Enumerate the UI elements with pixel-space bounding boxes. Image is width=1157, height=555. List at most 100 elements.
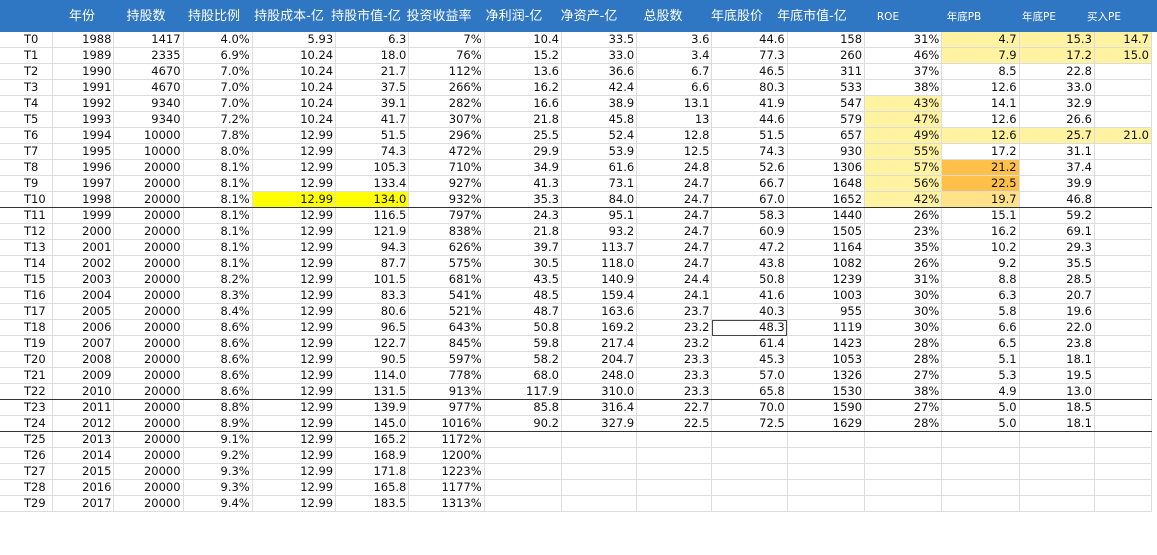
cell-r1-c7[interactable]: 15.2: [484, 47, 562, 65]
cell-r24-c15[interactable]: [1094, 415, 1153, 433]
cell-r6-c10[interactable]: 51.5: [711, 127, 788, 145]
cell-r2-c15[interactable]: [1094, 63, 1153, 81]
cell-r11-c3[interactable]: 8.1%: [183, 207, 253, 225]
cell-r29-c1[interactable]: 2017: [52, 495, 115, 513]
cell-r15-c15[interactable]: [1094, 271, 1153, 289]
cell-r11-c5[interactable]: 116.5: [335, 207, 410, 225]
cell-r24-c11[interactable]: 1629: [787, 415, 866, 433]
cell-r6-c4[interactable]: 12.99: [252, 127, 337, 145]
cell-r29-c7[interactable]: [484, 495, 562, 513]
cell-r8-c10[interactable]: 52.6: [711, 159, 788, 177]
cell-r15-c1[interactable]: 2003: [52, 271, 115, 289]
cell-r11-c7[interactable]: 24.3: [484, 207, 562, 225]
cell-r12-c3[interactable]: 8.1%: [183, 223, 253, 241]
cell-r7-c13[interactable]: 17.2: [941, 143, 1020, 161]
cell-r15-c2[interactable]: 20000: [113, 271, 184, 289]
cell-r17-c10[interactable]: 40.3: [711, 303, 788, 321]
cell-r5-c0[interactable]: T5: [0, 111, 54, 129]
cell-r25-c12[interactable]: [864, 431, 943, 449]
cell-r22-c9[interactable]: 23.3: [636, 383, 713, 401]
cell-r14-c6[interactable]: 575%: [408, 255, 485, 273]
cell-r28-c3[interactable]: 9.3%: [183, 479, 253, 497]
cell-r15-c4[interactable]: 12.99: [252, 271, 337, 289]
cell-r10-c9[interactable]: 24.7: [636, 191, 713, 209]
cell-r7-c7[interactable]: 29.9: [484, 143, 562, 161]
cell-r19-c11[interactable]: 1423: [787, 335, 866, 353]
cell-r3-c5[interactable]: 37.5: [335, 79, 410, 97]
cell-r10-c6[interactable]: 932%: [408, 191, 485, 209]
cell-r21-c12[interactable]: 27%: [864, 367, 943, 385]
cell-r28-c2[interactable]: 20000: [113, 479, 184, 497]
cell-r19-c4[interactable]: 12.99: [252, 335, 337, 353]
cell-r17-c9[interactable]: 23.7: [636, 303, 713, 321]
cell-r15-c0[interactable]: T15: [0, 271, 54, 289]
cell-r18-c0[interactable]: T18: [0, 319, 54, 337]
cell-r24-c6[interactable]: 1016%: [408, 415, 485, 433]
cell-r5-c12[interactable]: 47%: [864, 111, 943, 129]
cell-r2-c11[interactable]: 311: [787, 63, 866, 81]
cell-r16-c8[interactable]: 159.4: [561, 287, 638, 305]
cell-r9-c10[interactable]: 66.7: [711, 175, 788, 193]
cell-r19-c9[interactable]: 23.2: [636, 335, 713, 353]
cell-r9-c7[interactable]: 41.3: [484, 175, 562, 193]
cell-r3-c11[interactable]: 533: [787, 79, 866, 97]
cell-r10-c8[interactable]: 84.0: [561, 191, 638, 209]
cell-r18-c10[interactable]: 48.3: [711, 319, 788, 337]
cell-r14-c5[interactable]: 87.7: [335, 255, 410, 273]
cell-r1-c3[interactable]: 6.9%: [183, 47, 253, 65]
cell-r9-c9[interactable]: 24.7: [636, 175, 713, 193]
cell-r27-c10[interactable]: [711, 463, 788, 481]
cell-r12-c11[interactable]: 1505: [787, 223, 866, 241]
cell-r23-c12[interactable]: 27%: [864, 399, 943, 417]
cell-r2-c3[interactable]: 7.0%: [183, 63, 253, 81]
cell-r0-c13[interactable]: 4.7: [941, 32, 1020, 49]
cell-r2-c14[interactable]: 22.8: [1019, 63, 1095, 81]
cell-r9-c2[interactable]: 20000: [113, 175, 184, 193]
cell-r11-c8[interactable]: 95.1: [561, 207, 638, 225]
cell-r25-c1[interactable]: 2013: [52, 431, 115, 449]
cell-r4-c5[interactable]: 39.1: [335, 95, 410, 113]
cell-r2-c0[interactable]: T2: [0, 63, 54, 81]
cell-r0-c14[interactable]: 15.3: [1019, 32, 1095, 49]
cell-r9-c6[interactable]: 927%: [408, 175, 485, 193]
cell-r2-c4[interactable]: 10.24: [252, 63, 337, 81]
cell-r12-c0[interactable]: T12: [0, 223, 54, 241]
cell-r15-c8[interactable]: 140.9: [561, 271, 638, 289]
cell-r2-c5[interactable]: 21.7: [335, 63, 410, 81]
cell-r4-c3[interactable]: 7.0%: [183, 95, 253, 113]
cell-r26-c4[interactable]: 12.99: [252, 447, 337, 465]
cell-r23-c14[interactable]: 18.5: [1019, 399, 1095, 417]
cell-r3-c4[interactable]: 10.24: [252, 79, 337, 97]
cell-r22-c5[interactable]: 131.5: [335, 383, 410, 401]
cell-r5-c7[interactable]: 21.8: [484, 111, 562, 129]
cell-r8-c8[interactable]: 61.6: [561, 159, 638, 177]
cell-r24-c8[interactable]: 327.9: [561, 415, 638, 433]
cell-r6-c8[interactable]: 52.4: [561, 127, 638, 145]
cell-r25-c9[interactable]: [636, 431, 713, 449]
cell-r23-c3[interactable]: 8.8%: [183, 399, 253, 417]
cell-r28-c14[interactable]: [1019, 479, 1095, 497]
cell-r11-c13[interactable]: 15.1: [941, 207, 1020, 225]
cell-r20-c15[interactable]: [1094, 351, 1153, 369]
cell-r4-c9[interactable]: 13.1: [636, 95, 713, 113]
header-cell-9[interactable]: 总股数: [626, 0, 700, 32]
cell-r14-c9[interactable]: 24.7: [636, 255, 713, 273]
cell-r6-c6[interactable]: 296%: [408, 127, 485, 145]
cell-r25-c6[interactable]: 1172%: [408, 431, 485, 449]
cell-r17-c15[interactable]: [1094, 303, 1153, 321]
cell-r16-c14[interactable]: 20.7: [1019, 287, 1095, 305]
cell-r28-c9[interactable]: [636, 479, 713, 497]
cell-r18-c7[interactable]: 50.8: [484, 319, 562, 337]
cell-r8-c1[interactable]: 1996: [52, 159, 115, 177]
cell-r6-c12[interactable]: 49%: [864, 127, 943, 145]
cell-r1-c5[interactable]: 18.0: [335, 47, 410, 65]
cell-r7-c8[interactable]: 53.9: [561, 143, 638, 161]
cell-r9-c8[interactable]: 73.1: [561, 175, 638, 193]
cell-r17-c4[interactable]: 12.99: [252, 303, 337, 321]
header-cell-4[interactable]: 持股成本-亿: [248, 0, 330, 32]
cell-r28-c11[interactable]: [787, 479, 866, 497]
cell-r24-c3[interactable]: 8.9%: [183, 415, 253, 433]
cell-r8-c12[interactable]: 57%: [864, 159, 943, 177]
cell-r25-c8[interactable]: [561, 431, 638, 449]
cell-r26-c11[interactable]: [787, 447, 866, 465]
